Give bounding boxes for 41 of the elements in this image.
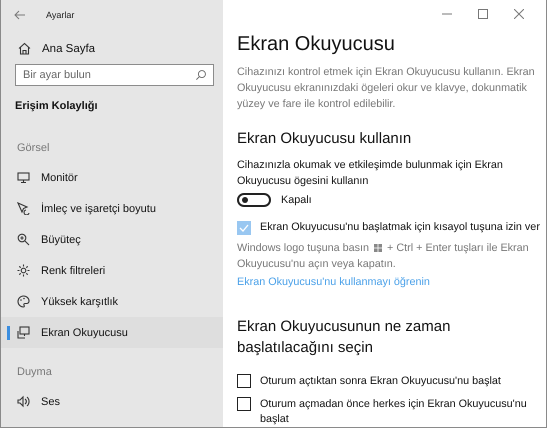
narrator-icon <box>17 326 30 339</box>
cursor-icon <box>17 202 30 215</box>
close-icon[interactable] <box>514 8 524 18</box>
home-icon <box>18 42 31 55</box>
search-field[interactable]: Bir ayar bulun <box>15 64 214 86</box>
magnifier-icon <box>17 233 30 246</box>
toggle-switch[interactable] <box>237 193 271 207</box>
description: Cihazınızı kontrol etmek için Ekran Okuyucusu kullanın. Ekran Okuyucusu ekranınızdaki ögeleri okur ve klavye, dokunmatik yüzey ve fare ile kontrol edilebilir. <box>237 65 536 112</box>
speaker-icon <box>17 395 30 408</box>
checkbox[interactable] <box>237 397 251 411</box>
section-heading: Ekran Okuyucusunun ne zaman başlatılacağını seçin <box>237 317 452 358</box>
toggle-state: Kapalı <box>281 194 312 206</box>
checkbox[interactable] <box>237 374 251 388</box>
sidebar-item[interactable]: Büyüteç <box>1 224 223 255</box>
toggle-label: Cihazınızla okumak ve etkileşimde bulunmak için Ekran Okuyucusu ögesini kullanın <box>237 158 504 189</box>
section-heading: Ekran Okuyucusu kullanın <box>237 130 412 147</box>
sidebar-item[interactable]: Monitör <box>1 162 223 193</box>
monitor-icon <box>17 171 30 184</box>
category-title: Erişim Kolaylığı <box>15 100 99 112</box>
search-icon <box>195 69 207 81</box>
sidebar-item[interactable]: Ekran Okuyucusu <box>1 317 223 348</box>
window-title: Ayarlar <box>46 10 74 20</box>
hint-text: + Ctrl + Enter tuşları ile Ekran <box>387 241 529 256</box>
sidebar-item[interactable]: Ses <box>1 386 223 417</box>
checkbox-label: Oturum açmadan önce herkes için Ekran Okuyucusu'nu başlat <box>260 397 528 427</box>
home-link[interactable]: Ana Sayfa <box>18 42 223 55</box>
maximize-icon[interactable] <box>478 8 488 18</box>
page-title: Ekran Okuyucusu <box>237 33 396 56</box>
checkbox-label: Ekran Okuyucusu'nu başlatmak için kısayol tuşuna izin ver <box>260 221 540 233</box>
sun-icon <box>17 264 30 277</box>
group-header: Görsel <box>17 142 50 154</box>
back-arrow-icon[interactable] <box>14 10 26 20</box>
hint-text: Okuyucusu'nu açın veya kapatın. <box>237 257 396 272</box>
hint-text: Windows logo tuşuna basın <box>237 241 370 256</box>
checkbox-label: Oturum açtıktan sonra Ekran Okuyucusu'nu başlat <box>260 374 502 389</box>
group-header: Duyma <box>17 366 53 378</box>
sidebar-item[interactable]: Yüksek karşıtlık <box>1 286 223 317</box>
windows-logo-icon <box>374 244 382 252</box>
sidebar-item[interactable]: İmleç ve işaretçi boyutu <box>1 193 223 224</box>
sidebar-item[interactable]: Renk filtreleri <box>1 255 223 286</box>
palette-icon <box>17 295 30 308</box>
